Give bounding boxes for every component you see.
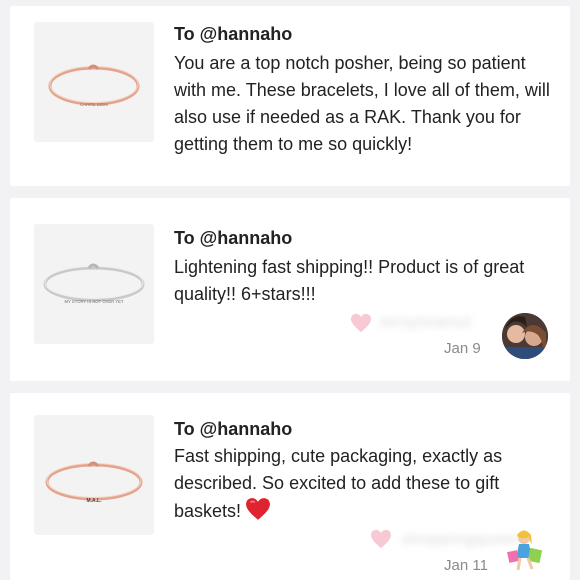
reviewer-name-blurred[interactable]: mrsylvianut: [380, 314, 472, 332]
product-thumbnail[interactable]: CARPE DIEM: [34, 22, 154, 142]
review-recipient[interactable]: To @hannaho: [174, 419, 292, 440]
shopper-cartoon-icon: [507, 530, 543, 571]
bracelet-engraving: MY STORY IS NOT OVER YET: [65, 299, 124, 304]
review-recipient[interactable]: To @hannaho: [174, 24, 292, 45]
like-heart-icon[interactable]: [350, 313, 372, 333]
bracelet-engraving: CARPE DIEM: [80, 102, 108, 107]
review-card: M.A.L. To @hannaho Fast shipping, cute p…: [10, 393, 570, 580]
review-card: CARPE DIEM To @hannaho You are a top not…: [10, 6, 570, 186]
review-date: Jan 11: [444, 557, 488, 574]
avatar-photo: [502, 313, 548, 359]
reviewer-photo-avatar[interactable]: [502, 313, 548, 359]
product-thumbnail[interactable]: MY STORY IS NOT OVER YET: [34, 224, 154, 344]
silver-bangle-icon: MY STORY IS NOT OVER YET: [43, 263, 145, 304]
product-thumbnail[interactable]: M.A.L.: [34, 415, 154, 535]
review-recipient[interactable]: To @hannaho: [174, 228, 292, 249]
shopper-cartoon-avatar[interactable]: [502, 529, 548, 575]
red-heart-emoji-icon: [245, 497, 271, 529]
review-message: You are a top notch posher, being so pat…: [174, 53, 550, 154]
review-date: Jan 9: [444, 340, 481, 357]
rose-gold-bangle-icon: CARPE DIEM: [48, 64, 140, 107]
review-message: Lightening fast shipping!! Product is of…: [174, 257, 525, 304]
bracelet-engraving: M.A.L.: [87, 498, 103, 504]
rose-gold-bangle-icon: M.A.L.: [45, 461, 143, 504]
review-message-block: Fast shipping, cute packaging, exactly a…: [174, 443, 559, 529]
review-message: Fast shipping, cute packaging, exactly a…: [174, 446, 503, 521]
like-heart-icon[interactable]: [370, 529, 392, 549]
review-card: MY STORY IS NOT OVER YET To @hannaho Lig…: [10, 198, 570, 381]
